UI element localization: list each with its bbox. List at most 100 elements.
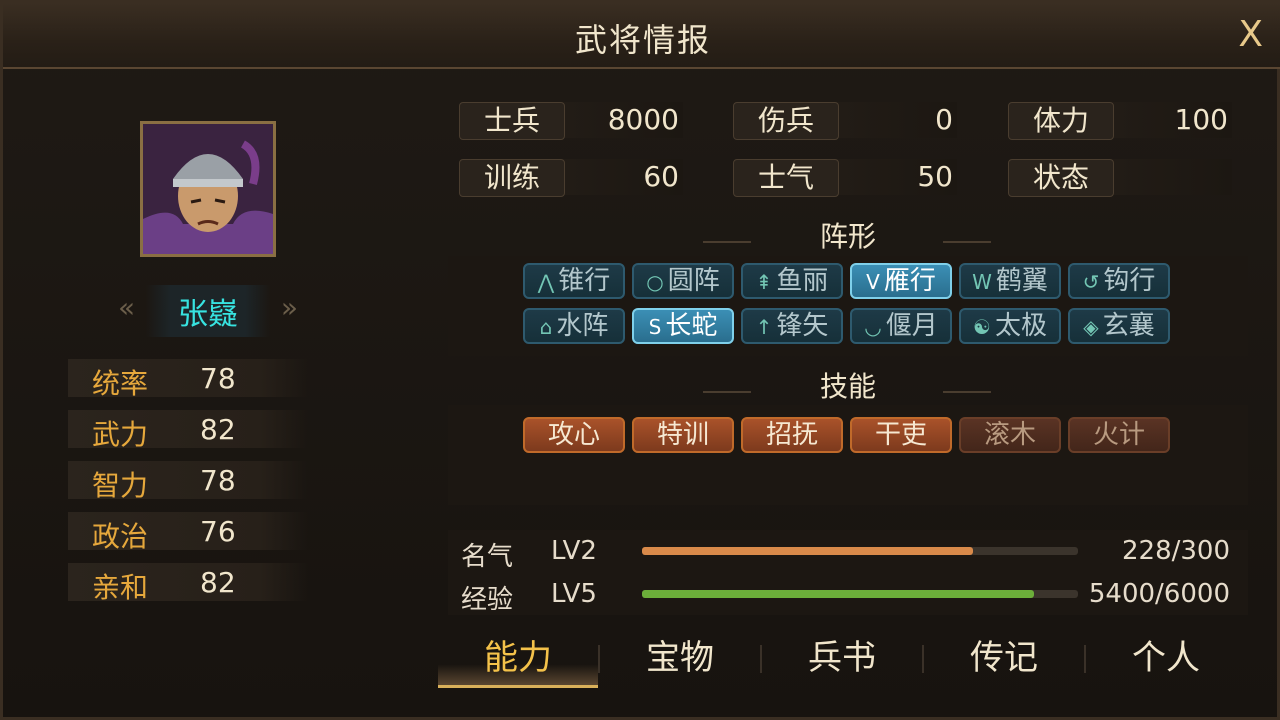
stat-label: 智力: [92, 469, 149, 502]
stat-row: 统率 78: [68, 359, 308, 400]
formation-label: 偃月: [885, 311, 938, 341]
skill-button[interactable]: 攻心: [523, 417, 625, 453]
tab-2[interactable]: 兵书: [762, 633, 922, 685]
general-portrait: [140, 121, 276, 257]
info-value: 60: [643, 160, 679, 193]
info-label: 体力: [1008, 102, 1114, 140]
stat-label: 亲和: [92, 571, 149, 604]
skill-list: 攻心 特训 招抚 干吏 滚木 火计: [448, 405, 1248, 505]
progress-text: 228/300: [1121, 536, 1230, 566]
stat-value: 78: [200, 464, 236, 497]
formation-icon: S: [648, 315, 662, 339]
formation-icon: ⌂: [539, 315, 553, 339]
stat-row: 亲和 82: [68, 563, 308, 604]
dialog-title: 武将情报: [574, 21, 711, 59]
progress-label: 经验: [461, 585, 514, 615]
formation-icon: ⋀: [537, 270, 555, 294]
formation-label: 玄襄: [1102, 311, 1155, 341]
formation-icon: W: [972, 270, 992, 294]
stat-row: 政治 76: [68, 512, 308, 553]
formation-button[interactable]: V 雁行: [850, 263, 952, 299]
stat-row: 武力 82: [68, 410, 308, 451]
formation-icon: ◡: [864, 315, 882, 339]
close-button[interactable]: X: [1238, 17, 1263, 53]
formation-icon: ↺: [1082, 270, 1100, 294]
stat-label: 政治: [92, 520, 149, 553]
formation-label: 锋矢: [776, 311, 829, 341]
progress-level: LV5: [551, 579, 597, 609]
progress-label: 名气: [461, 542, 514, 572]
stat-label: 武力: [92, 418, 149, 451]
formation-button[interactable]: ↺ 钩行: [1068, 263, 1170, 299]
formation-button[interactable]: ◈ 玄襄: [1068, 308, 1170, 344]
skill-button[interactable]: 滚木: [959, 417, 1061, 453]
formation-title: 阵形: [819, 220, 876, 253]
formation-icon: V: [866, 270, 880, 294]
general-panel: « 张嶷 » 统率 78 武力 82 智力 78 政治 76 亲和 82: [58, 93, 398, 623]
formation-button[interactable]: ◡ 偃月: [850, 308, 952, 344]
formation-label: 鹤翼: [995, 266, 1048, 296]
formation-label: 锥行: [558, 266, 611, 296]
info-value: 0: [935, 103, 953, 136]
tab-bar: 能力 宝物 兵书 传记 个人: [438, 633, 1248, 688]
formation-icon: ☯: [973, 315, 991, 339]
formation-label: 长蛇: [665, 311, 718, 341]
stat-value: 78: [200, 362, 236, 395]
skill-button[interactable]: 特训: [632, 417, 734, 453]
formation-button[interactable]: ⋀ 锥行: [523, 263, 625, 299]
skill-button[interactable]: 招抚: [741, 417, 843, 453]
divider-right: [943, 391, 991, 393]
info-value: 50: [917, 160, 953, 193]
info-value-bg: [1112, 159, 1232, 195]
formation-label: 圆阵: [667, 266, 720, 296]
title-bar: 武将情报 X: [3, 3, 1280, 69]
stat-row: 智力 78: [68, 461, 308, 502]
portrait-image: [143, 124, 273, 254]
tab-0[interactable]: 能力: [438, 633, 598, 688]
formation-icon: ↑: [755, 315, 773, 339]
formation-button[interactable]: ⇞ 鱼丽: [741, 263, 843, 299]
tab-separator: [922, 645, 924, 673]
formation-button[interactable]: ○ 圆阵: [632, 263, 734, 299]
formation-button[interactable]: ⌂ 水阵: [523, 308, 625, 344]
info-value: 100: [1174, 103, 1228, 136]
tab-separator: [760, 645, 762, 673]
skill-button[interactable]: 干吏: [850, 417, 952, 453]
progress-track: [642, 547, 1078, 555]
formation-icon: ⇞: [755, 270, 773, 294]
next-general-arrow[interactable]: »: [281, 291, 298, 324]
tab-3[interactable]: 传记: [924, 633, 1084, 685]
formation-button[interactable]: S 长蛇: [632, 308, 734, 344]
stat-value: 76: [200, 515, 236, 548]
info-label: 士气: [733, 159, 839, 197]
skill-button[interactable]: 火计: [1068, 417, 1170, 453]
formation-icon: ○: [646, 270, 664, 294]
formation-label: 水阵: [556, 311, 609, 341]
formation-button[interactable]: W 鹤翼: [959, 263, 1061, 299]
stat-value: 82: [200, 566, 236, 599]
progress-track: [642, 590, 1078, 598]
formation-label: 太极: [994, 311, 1047, 341]
skill-title: 技能: [819, 370, 876, 403]
tab-4[interactable]: 个人: [1086, 633, 1246, 685]
formation-label: 钩行: [1103, 266, 1156, 296]
progress-fill: [642, 547, 974, 555]
stat-value: 82: [200, 413, 236, 446]
info-label: 伤兵: [733, 102, 839, 140]
tab-1[interactable]: 宝物: [600, 633, 760, 685]
info-label: 训练: [459, 159, 565, 197]
tab-separator: [1084, 645, 1086, 673]
dialog-frame: 武将情报 X « 张嶷 » 统率 78 武力 82 智力 78 政治 76 亲和 82 士兵 800…: [0, 0, 1280, 720]
info-value: 8000: [607, 103, 679, 136]
info-label: 状态: [1008, 159, 1114, 197]
formation-icon: ◈: [1083, 315, 1099, 339]
progress-fill: [642, 590, 1035, 598]
info-label: 士兵: [459, 102, 565, 140]
divider-right: [943, 241, 991, 243]
formation-button[interactable]: ↑ 锋矢: [741, 308, 843, 344]
formation-button[interactable]: ☯ 太极: [959, 308, 1061, 344]
tab-separator: [598, 645, 600, 673]
prev-general-arrow[interactable]: «: [118, 291, 135, 324]
formation-label: 鱼丽: [776, 266, 829, 296]
progress-text: 5400/6000: [1088, 579, 1230, 609]
